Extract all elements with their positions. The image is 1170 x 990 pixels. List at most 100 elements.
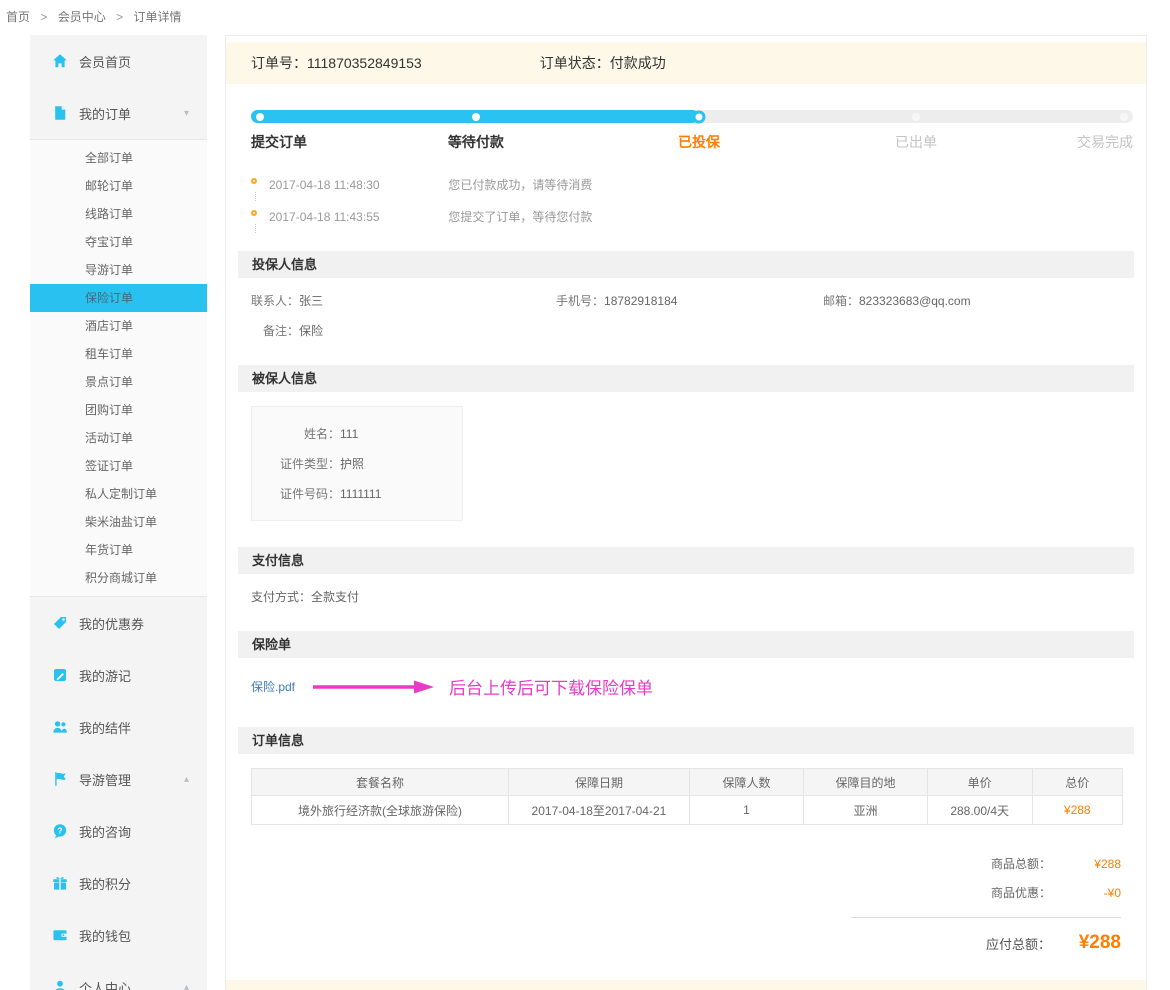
sidebar-subitem-activity-orders[interactable]: 活动订单 (30, 424, 207, 452)
sidebar-subitem-points-mall-orders[interactable]: 积分商城订单 (30, 564, 207, 592)
order-status-label: 订单状态： (540, 55, 610, 71)
progress-step-issued: 已出单 (895, 132, 937, 152)
chevron-up-icon: ▴ (184, 774, 189, 785)
insurer-phone: 手机号：18782918184 (556, 292, 811, 309)
progress-dot (472, 113, 480, 121)
sidebar-subitem-new-year-orders[interactable]: 年货订单 (30, 536, 207, 564)
col-insured-count: 保障人数 (689, 769, 803, 796)
sidebar-item-label: 我的咨询 (79, 822, 131, 841)
insurer-info: 联系人：张三 手机号：18782918184 邮箱：823323683@qq.c… (226, 278, 1146, 339)
policy-file-row: 保险.pdf 后台上传后可下载保险保单 (226, 658, 1146, 701)
sidebar-subitem-all-orders[interactable]: 全部订单 (30, 144, 207, 172)
order-table-header-row: 套餐名称 保障日期 保障人数 保障目的地 单价 总价 (252, 769, 1123, 796)
payment-method: 支付方式：全款支付 (251, 588, 359, 605)
sidebar-subitem-scenic-orders[interactable]: 景点订单 (30, 368, 207, 396)
annotation-arrow-icon (313, 680, 435, 694)
sidebar-item-my-orders[interactable]: 我的订单 ▾ (30, 87, 207, 139)
section-title-order-info: 订单信息 (238, 727, 1134, 754)
insured-name: 姓名：111 (268, 425, 446, 442)
sidebar-item-member-home[interactable]: 会员首页 (30, 35, 207, 87)
timeline-bullet-icon (251, 178, 257, 184)
cell-insured-count: 1 (689, 796, 803, 825)
timeline-tail (255, 224, 256, 233)
insured-id-number-label: 证件号码： (268, 485, 340, 502)
breadcrumb: 首页 > 会员中心 > 订单详情 (6, 8, 181, 25)
footer-summary-bar: 应付总额：¥288 2/5 (226, 980, 1146, 990)
sidebar-subitem-guide-orders[interactable]: 导游订单 (30, 256, 207, 284)
policy-pdf-link[interactable]: 保险.pdf (251, 678, 295, 695)
insurer-email-value: 823323683@qq.com (859, 294, 971, 308)
sidebar-subitem-hotel-orders[interactable]: 酒店订单 (30, 312, 207, 340)
insured-id-type: 证件类型：护照 (268, 455, 446, 472)
sidebar-item-label: 我的订单 (79, 104, 131, 123)
sidebar-item-label: 我的积分 (79, 874, 131, 893)
section-title-insurer: 投保人信息 (238, 251, 1134, 278)
sidebar-subitem-cruise-orders[interactable]: 邮轮订单 (30, 172, 207, 200)
sidebar-subitem-private-custom-orders[interactable]: 私人定制订单 (30, 480, 207, 508)
timeline-text: 您已付款成功，请等待消费 (448, 178, 592, 192)
order-table: 套餐名称 保障日期 保障人数 保障目的地 单价 总价 境外旅行经济款(全球旅游保… (251, 768, 1123, 825)
discount-label: 商品优惠： (991, 884, 1051, 901)
wallet-icon (52, 927, 68, 943)
sidebar-subitem-treasure-orders[interactable]: 夺宝订单 (30, 228, 207, 256)
sidebar-subitem-car-rental-orders[interactable]: 租车订单 (30, 340, 207, 368)
insurer-email-label: 邮箱： (811, 292, 859, 309)
sidebar-item-label: 会员首页 (79, 52, 131, 71)
insurer-contact: 联系人：张三 (251, 292, 556, 309)
sidebar-item-my-coupons[interactable]: 我的优惠券 (30, 597, 207, 649)
sidebar-subitem-visa-orders[interactable]: 签证订单 (30, 452, 207, 480)
breadcrumb-separator: > (116, 10, 123, 24)
gift-icon (52, 875, 68, 891)
insurer-contact-label: 联系人： (251, 292, 299, 309)
breadcrumb-member-center[interactable]: 会员中心 (58, 10, 106, 24)
sidebar-item-my-companions[interactable]: 我的结伴 (30, 701, 207, 753)
order-progress: 提交订单 等待付款 已投保 已出单 交易完成 (251, 110, 1133, 152)
cell-coverage-date: 2017-04-18至2017-04-21 (509, 796, 690, 825)
sidebar-subitem-grocery-orders[interactable]: 柴米油盐订单 (30, 508, 207, 536)
cell-destination: 亚洲 (804, 796, 928, 825)
discount-row: 商品优惠： -¥0 (821, 884, 1121, 901)
progress-dot (1120, 113, 1128, 121)
insured-id-number: 证件号码：1111111 (268, 485, 446, 502)
sidebar-item-guide-management[interactable]: 导游管理 ▴ (30, 753, 207, 805)
insurer-email: 邮箱：823323683@qq.com (811, 292, 971, 309)
insured-id-type-label: 证件类型： (268, 455, 340, 472)
timeline-tail (255, 192, 256, 201)
sidebar-item-my-travel-notes[interactable]: 我的游记 (30, 649, 207, 701)
insurer-note: 备注：保险 (251, 322, 323, 339)
insurer-contact-value: 张三 (299, 294, 323, 308)
sidebar-subitem-route-orders[interactable]: 线路订单 (30, 200, 207, 228)
breadcrumb-home[interactable]: 首页 (6, 10, 30, 24)
col-package-name: 套餐名称 (252, 769, 509, 796)
timeline-entry: 2017-04-18 11:48:30 您已付款成功，请等待消费 (251, 176, 1146, 193)
svg-text:?: ? (57, 825, 62, 835)
annotation-text: 后台上传后可下载保险保单 (449, 674, 653, 699)
sidebar-subitem-group-buy-orders[interactable]: 团购订单 (30, 396, 207, 424)
order-status: 订单状态：付款成功 (540, 53, 666, 73)
order-header-bar: 订单号：111870352849153 订单状态：付款成功 (226, 42, 1146, 84)
document-icon (52, 105, 68, 121)
payable-total-row: 应付总额： ¥288 (821, 932, 1121, 954)
payable-total-value: ¥288 (1051, 932, 1121, 954)
subtotal-label: 商品总额： (991, 855, 1051, 872)
sidebar-item-my-wallet[interactable]: 我的钱包 (30, 909, 207, 961)
order-detail-page: 首页 > 会员中心 > 订单详情 会员首页 我的订单 ▾ 全部订单 邮轮订单 线… (0, 0, 1170, 990)
sidebar-subitem-insurance-orders[interactable]: 保险订单 (30, 284, 207, 312)
sidebar-item-personal-center[interactable]: 个人中心 ▴ (30, 961, 207, 990)
cell-package-name: 境外旅行经济款(全球旅游保险) (252, 796, 509, 825)
cell-unit-price: 288.00/4天 (927, 796, 1032, 825)
subtotal-row: 商品总额： ¥288 (821, 855, 1121, 872)
sidebar-item-my-consultations[interactable]: ? 我的咨询 (30, 805, 207, 857)
sidebar-item-my-points[interactable]: 我的积分 (30, 857, 207, 909)
col-unit-price: 单价 (927, 769, 1032, 796)
table-row: 境外旅行经济款(全球旅游保险) 2017-04-18至2017-04-21 1 … (252, 796, 1123, 825)
insurer-phone-value: 18782918184 (604, 294, 677, 308)
breadcrumb-separator: > (40, 10, 47, 24)
progress-dot (256, 113, 264, 121)
progress-step-awaiting-payment: 等待付款 (448, 132, 504, 152)
order-detail-panel: 订单号：111870352849153 订单状态：付款成功 提交订单 等待付款 … (225, 35, 1147, 990)
sidebar: 会员首页 我的订单 ▾ 全部订单 邮轮订单 线路订单 夺宝订单 导游订单 保险订… (30, 35, 207, 990)
progress-dot-current (693, 110, 706, 123)
order-number-label: 订单号： (251, 55, 307, 71)
insured-card: 姓名：111 证件类型：护照 证件号码：1111111 (251, 406, 463, 521)
